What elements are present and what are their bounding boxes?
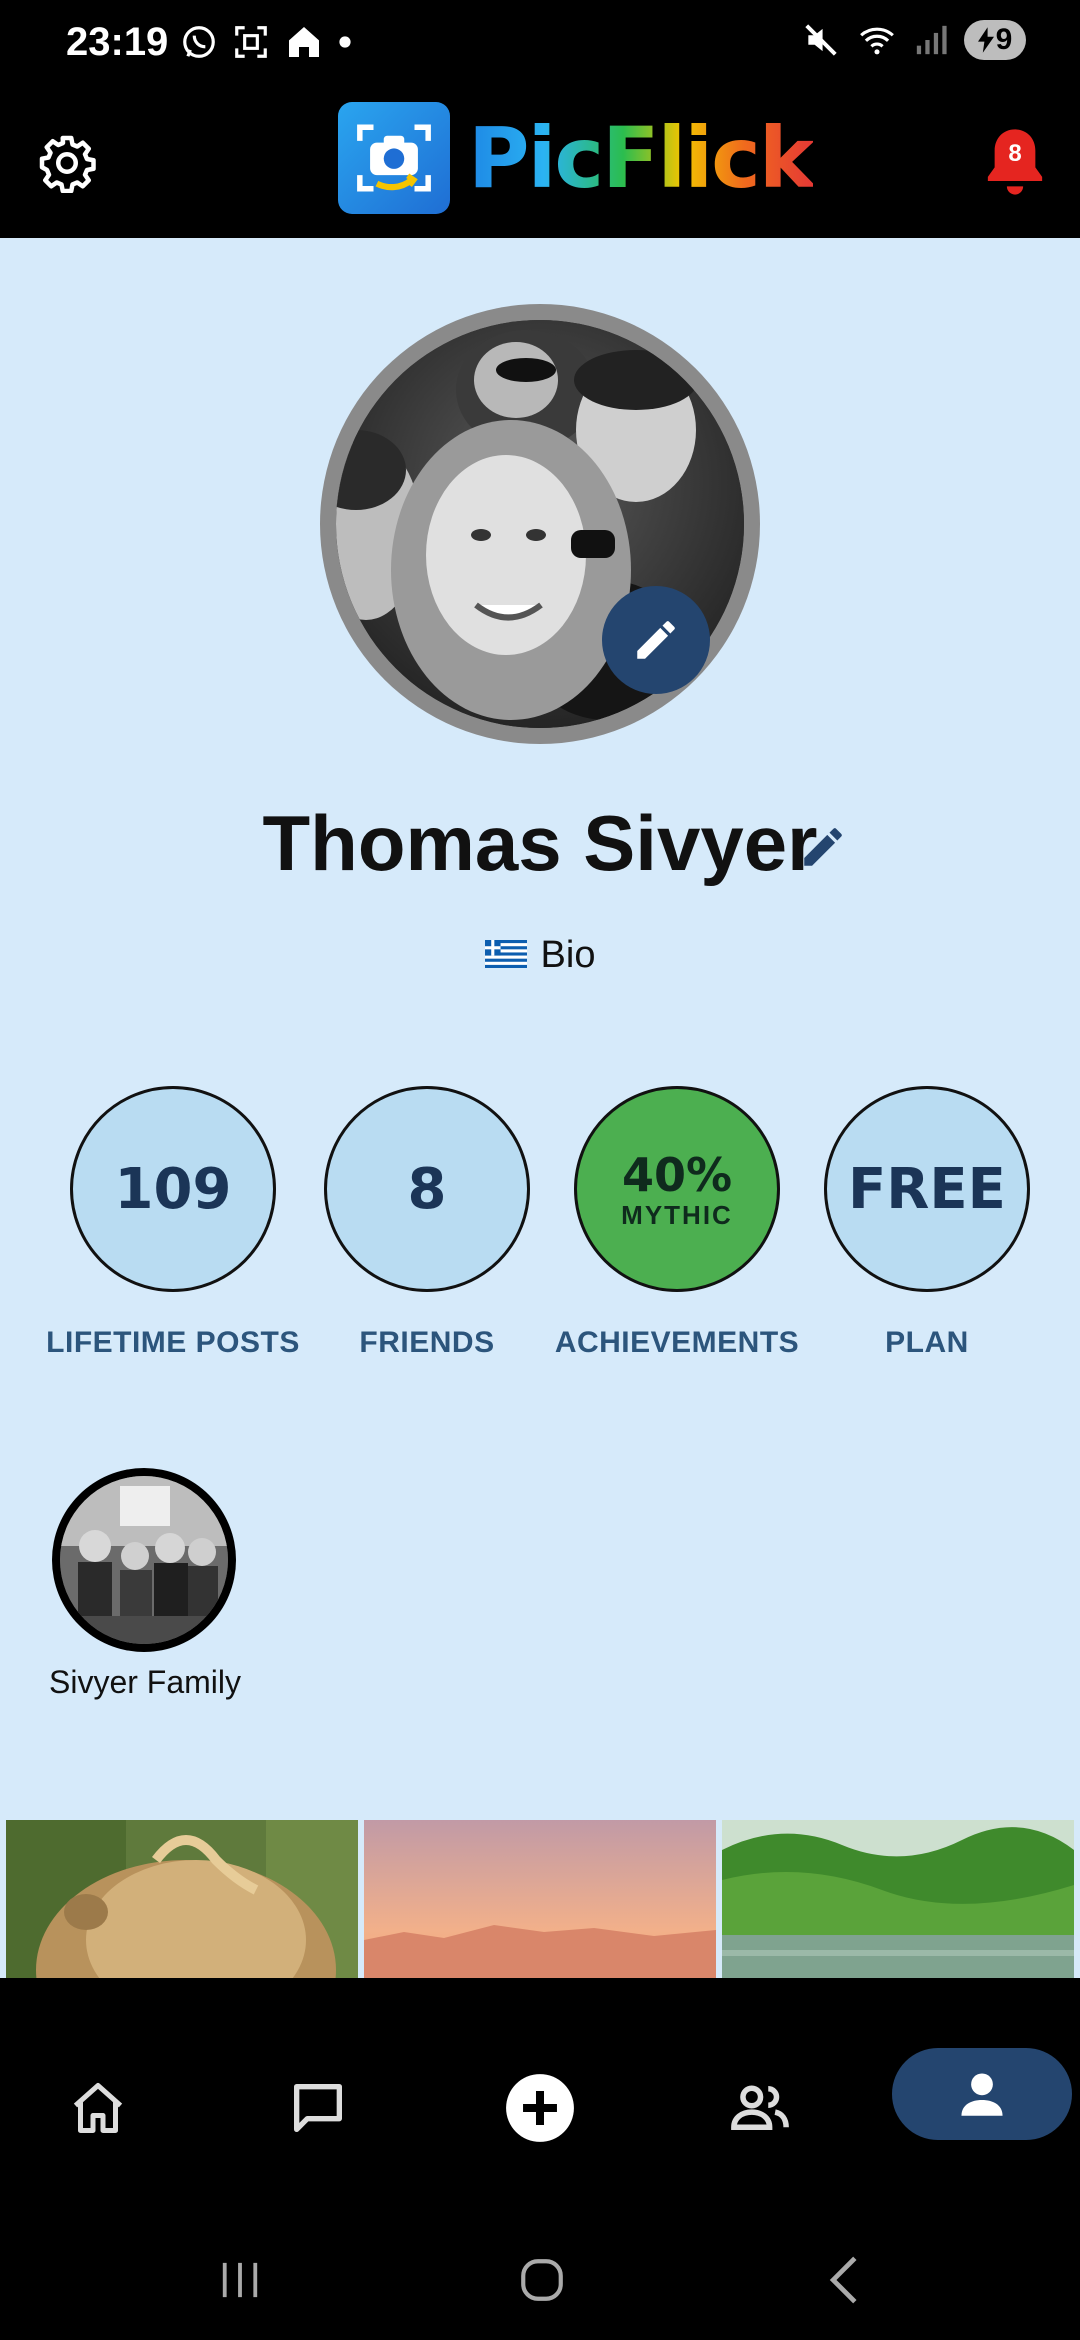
stat-plan[interactable]: FREE bbox=[824, 1086, 1030, 1292]
stat-value: 40% bbox=[621, 1147, 733, 1202]
pencil-icon bbox=[804, 828, 842, 866]
edit-photo-button[interactable] bbox=[602, 586, 710, 694]
sunset-photo bbox=[364, 1820, 716, 1978]
friends-icon bbox=[731, 2085, 789, 2130]
camera-logo-icon bbox=[338, 102, 450, 214]
stat-lifetime-posts[interactable]: 109 bbox=[70, 1086, 276, 1292]
charging-icon bbox=[977, 27, 994, 53]
recent-apps-button[interactable] bbox=[200, 2250, 280, 2310]
profile-icon bbox=[961, 2073, 1003, 2116]
stat-value: FREE bbox=[848, 1156, 1006, 1222]
bio-label: Bio bbox=[540, 934, 596, 976]
battery-indicator: 9 bbox=[964, 20, 1026, 60]
back-chevron-icon bbox=[829, 2256, 857, 2304]
pencil-icon bbox=[637, 621, 675, 659]
home-status-icon bbox=[289, 27, 319, 57]
nav-friends[interactable] bbox=[700, 2066, 820, 2150]
post-thumbnail[interactable] bbox=[722, 1820, 1074, 1978]
post-thumbnail[interactable] bbox=[364, 1820, 716, 1978]
status-notification-icons bbox=[180, 22, 352, 62]
app-logo: PicFlick bbox=[338, 102, 815, 214]
group-photo bbox=[60, 1476, 228, 1644]
home-icon bbox=[73, 2083, 123, 2133]
stat-value: 8 bbox=[407, 1156, 447, 1222]
recents-icon bbox=[222, 2262, 258, 2298]
profile-name-row: Thomas Sivyer bbox=[0, 798, 1080, 889]
gear-icon bbox=[39, 135, 96, 193]
nav-profile[interactable] bbox=[892, 2048, 1072, 2140]
screenshot-icon bbox=[235, 26, 267, 58]
group-avatar[interactable] bbox=[52, 1468, 236, 1652]
profile-avatar[interactable] bbox=[320, 304, 760, 744]
group-label: Sivyer Family bbox=[48, 1664, 241, 1700]
post-thumbnail[interactable] bbox=[6, 1820, 358, 1978]
stat-value: 109 bbox=[114, 1156, 232, 1222]
stat-sub: MYTHIC bbox=[621, 1199, 733, 1230]
nav-create-post[interactable] bbox=[480, 2066, 600, 2150]
app-name-text: PicFlick bbox=[468, 109, 815, 207]
greece-flag-icon bbox=[484, 939, 527, 968]
signal-icon bbox=[916, 25, 947, 55]
edit-name-button[interactable] bbox=[798, 822, 848, 872]
whatsapp-icon bbox=[183, 26, 215, 58]
bio-row[interactable]: Bio bbox=[0, 934, 1080, 977]
app-header: PicFlick 8 bbox=[0, 88, 1080, 238]
notifications-button[interactable]: 8 bbox=[982, 124, 1048, 200]
home-button[interactable] bbox=[502, 2250, 582, 2310]
home-circle-icon bbox=[521, 2259, 563, 2301]
dot-icon bbox=[339, 36, 351, 48]
system-navigation bbox=[0, 2220, 1080, 2340]
stat-friends[interactable]: 8 bbox=[324, 1086, 530, 1292]
status-time: 23:19 bbox=[66, 20, 169, 64]
profile-name: Thomas Sivyer bbox=[262, 799, 818, 887]
notification-count: 8 bbox=[1008, 140, 1022, 167]
nav-home[interactable] bbox=[38, 2066, 158, 2150]
status-system-icons: 9 bbox=[802, 20, 1026, 60]
back-button[interactable] bbox=[804, 2250, 884, 2310]
app-name: PicFlick bbox=[468, 109, 815, 207]
chat-icon bbox=[294, 2084, 342, 2132]
wifi-icon bbox=[860, 27, 894, 55]
status-bar: 23:19 9 bbox=[0, 0, 1080, 88]
river-photo bbox=[722, 1820, 1074, 1978]
settings-button[interactable] bbox=[32, 128, 102, 198]
battery-level: 9 bbox=[995, 23, 1013, 56]
nav-messages[interactable] bbox=[258, 2066, 378, 2150]
stat-achievements[interactable]: 40% MYTHIC bbox=[574, 1086, 780, 1292]
add-icon bbox=[506, 2074, 574, 2142]
monkey-photo bbox=[6, 1820, 358, 1978]
stat-label: PLAN bbox=[885, 1326, 969, 1359]
mute-icon bbox=[805, 24, 837, 56]
